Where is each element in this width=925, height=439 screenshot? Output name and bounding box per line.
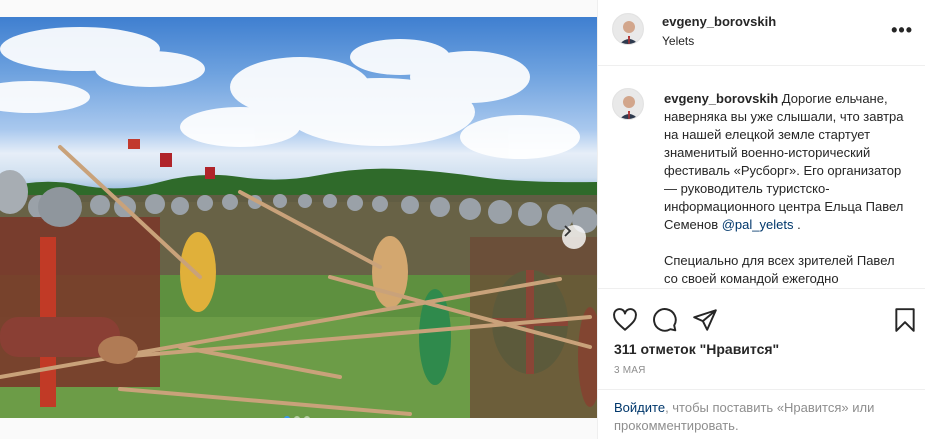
carousel-dot xyxy=(294,416,300,418)
profile-photo xyxy=(613,89,643,119)
comments-section: evgeny_borovskih Дорогие ельчане, наверн… xyxy=(598,66,925,288)
caption-username[interactable]: evgeny_borovskih xyxy=(664,91,778,106)
post-date[interactable]: 3 МАЯ xyxy=(614,365,646,376)
more-options-icon[interactable]: ••• xyxy=(891,20,913,41)
likes-count[interactable]: 311 отметок "Нравится" xyxy=(614,341,779,357)
post-panel: evgeny_borovskih Yelets ••• evgeny_borov… xyxy=(597,0,925,439)
post-image[interactable] xyxy=(0,17,597,418)
chevron-right-icon xyxy=(564,225,572,237)
heart-icon[interactable] xyxy=(612,307,638,333)
bookmark-icon[interactable] xyxy=(892,307,918,333)
caption-paragraph: Специально для всех зрителей Павел со св… xyxy=(664,253,895,286)
post-caption: evgeny_borovskih Дорогие ельчане, наверн… xyxy=(664,90,909,288)
post-actions: 311 отметок "Нравится" 3 МАЯ Войдите, чт… xyxy=(598,288,925,439)
post-location[interactable]: Yelets xyxy=(662,34,694,48)
caption-mention[interactable]: @pal_yelets xyxy=(722,217,794,232)
carousel-dot xyxy=(304,416,310,418)
login-prompt: Войдите, чтобы поставить «Нравится» или … xyxy=(598,389,925,439)
share-icon[interactable] xyxy=(692,307,718,333)
post-username[interactable]: evgeny_borovskih xyxy=(662,14,776,29)
carousel-indicator xyxy=(284,416,310,418)
caption-text-end: . xyxy=(793,217,801,232)
post-photo xyxy=(0,27,597,418)
post-header: evgeny_borovskih Yelets ••• xyxy=(598,0,925,66)
profile-photo xyxy=(613,14,643,44)
carousel-dot-active xyxy=(284,416,290,418)
comment-icon[interactable] xyxy=(652,307,678,333)
login-link[interactable]: Войдите xyxy=(614,400,665,415)
avatar[interactable] xyxy=(612,13,644,45)
caption-text: Дорогие ельчане, наверняка вы уже слышал… xyxy=(664,91,904,232)
avatar[interactable] xyxy=(612,88,644,120)
carousel-next-button[interactable] xyxy=(562,225,586,249)
